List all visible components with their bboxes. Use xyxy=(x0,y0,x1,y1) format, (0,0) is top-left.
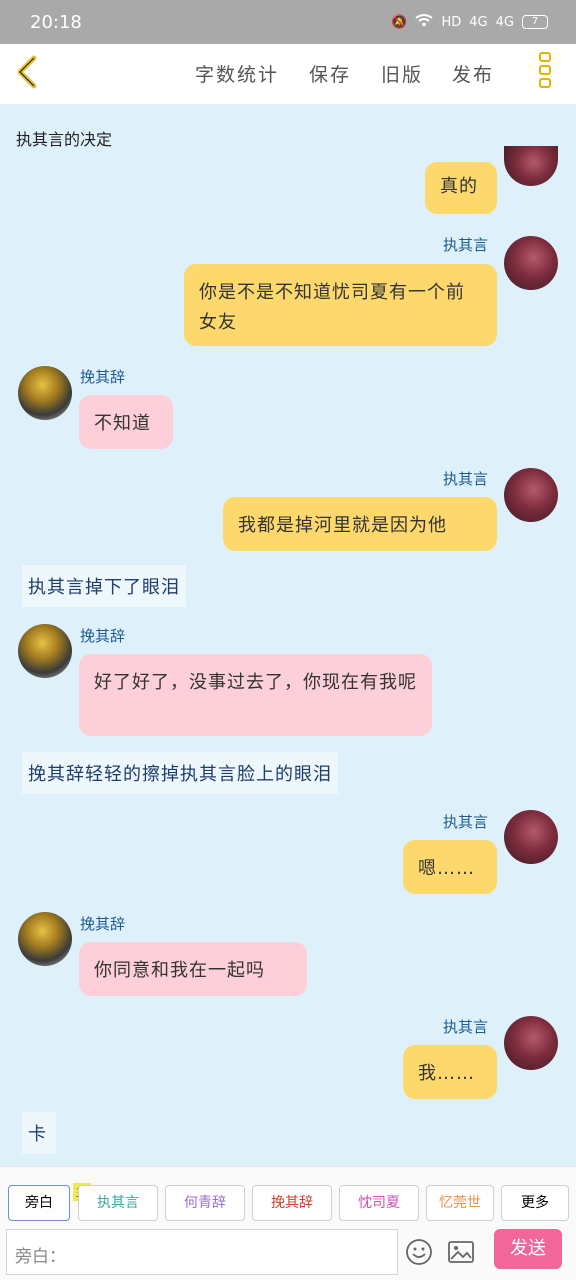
image-icon[interactable] xyxy=(446,1237,476,1267)
role-tab-2[interactable]: 何青辞 xyxy=(165,1185,245,1221)
sender-name: 执其言 xyxy=(443,813,489,831)
mute-icon: 🔕 xyxy=(391,14,408,30)
sender-name: 执其言 xyxy=(443,1018,489,1036)
top-bar: 字数统计 保存 旧版 发布 xyxy=(0,44,576,104)
avatar[interactable] xyxy=(504,1016,558,1070)
message-bubble[interactable]: 我都是掉河里就是因为他 xyxy=(223,497,497,551)
smiley-icon[interactable] xyxy=(404,1237,434,1267)
more-vertical-icon[interactable] xyxy=(537,52,553,96)
message-bubble[interactable]: 你同意和我在一起吗 xyxy=(79,942,307,996)
avatar[interactable] xyxy=(504,468,558,522)
avatar[interactable] xyxy=(18,912,72,966)
status-bar: 20:18 🔕 HD 4G 4G 7 xyxy=(0,0,576,44)
sender-name: 执其言 xyxy=(443,470,489,488)
avatar[interactable] xyxy=(504,146,558,186)
message-bubble[interactable]: 我…… xyxy=(403,1045,497,1099)
old-version-button[interactable]: 旧版 xyxy=(381,60,423,87)
publish-button[interactable]: 发布 xyxy=(452,60,494,87)
role-tab-3[interactable]: 挽其辞 xyxy=(252,1185,332,1221)
chat-title: 执其言的决定 xyxy=(16,130,113,149)
signal-4g-label-2: 4G xyxy=(495,14,514,30)
hd-label: HD xyxy=(441,14,462,30)
message-bubble[interactable]: 好了好了，没事过去了，你现在有我呢 xyxy=(79,654,432,736)
chevron-left-icon[interactable] xyxy=(10,52,46,92)
role-tab-5[interactable]: 忆莞世 xyxy=(426,1185,494,1221)
avatar[interactable] xyxy=(504,236,558,290)
word-count-button[interactable]: 字数统计 xyxy=(195,60,279,87)
chat-area[interactable]: 执其言的决定 真的 执其言 你是不是不知道忧司夏有一个前女友 挽其辞 不知道 执… xyxy=(0,104,576,1166)
bottom-bar: 旁白 主 执其言 何青辞 挽其辞 忱司夏 忆莞世 更多 旁白： 发送 xyxy=(0,1166,576,1280)
sender-name: 挽其辞 xyxy=(80,368,126,386)
battery-level: 7 xyxy=(531,16,539,27)
narration-text[interactable]: 执其言掉下了眼泪 xyxy=(22,565,186,607)
role-more-button[interactable]: 更多 xyxy=(501,1185,569,1221)
sender-name: 挽其辞 xyxy=(80,627,126,645)
sender-name: 执其言 xyxy=(443,236,489,254)
narration-text[interactable]: 挽其辞轻轻的擦掉执其言脸上的眼泪 xyxy=(22,752,338,794)
sender-name: 挽其辞 xyxy=(80,915,126,933)
status-time: 20:18 xyxy=(30,12,82,33)
save-button[interactable]: 保存 xyxy=(309,60,351,87)
role-tab-1[interactable]: 执其言 xyxy=(78,1185,158,1221)
narration-text[interactable]: 卡 xyxy=(22,1112,56,1154)
send-button[interactable]: 发送 xyxy=(494,1229,562,1269)
message-input[interactable]: 旁白： xyxy=(6,1229,398,1275)
role-tab-4[interactable]: 忱司夏 xyxy=(339,1185,419,1221)
message-bubble[interactable]: 不知道 xyxy=(79,395,173,449)
message-bubble[interactable]: 真的 xyxy=(425,162,497,214)
message-bubble[interactable]: 嗯…… xyxy=(403,840,497,894)
avatar[interactable] xyxy=(18,366,72,420)
role-tab-narrator[interactable]: 旁白 xyxy=(8,1185,70,1221)
status-icons: 🔕 HD 4G 4G 7 xyxy=(391,13,548,31)
avatar[interactable] xyxy=(504,810,558,864)
signal-4g-label: 4G xyxy=(469,14,488,30)
message-bubble[interactable]: 你是不是不知道忧司夏有一个前女友 xyxy=(184,264,497,346)
wifi-icon xyxy=(415,13,434,31)
avatar[interactable] xyxy=(18,624,72,678)
battery-icon: 7 xyxy=(522,15,548,29)
